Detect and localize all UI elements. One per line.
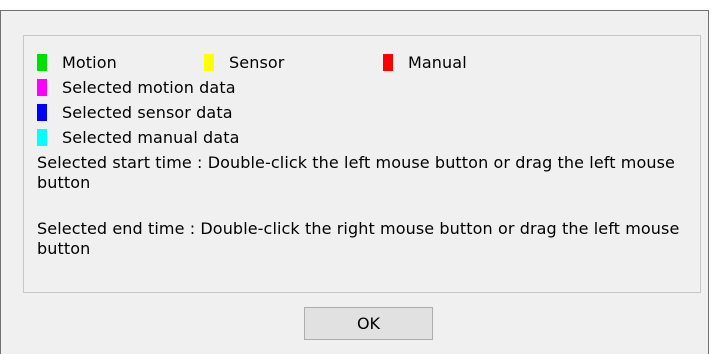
legend-label-manual: Manual bbox=[408, 52, 467, 72]
ok-button[interactable]: OK bbox=[304, 307, 433, 340]
legend-dialog: Motion Sensor Manual Selected motion dat… bbox=[0, 10, 709, 354]
selected-manual-color-swatch bbox=[37, 128, 47, 146]
legend-label-motion: Motion bbox=[62, 52, 117, 72]
legend-label-selected-manual: Selected manual data bbox=[62, 127, 240, 147]
selected-motion-color-swatch bbox=[37, 78, 47, 96]
legend-item-manual: Manual bbox=[383, 51, 467, 73]
manual-color-swatch bbox=[383, 53, 393, 71]
legend-item-selected-sensor: Selected sensor data bbox=[37, 101, 233, 123]
selected-sensor-color-swatch bbox=[37, 103, 47, 121]
motion-color-swatch bbox=[37, 53, 47, 71]
legend-label-selected-motion: Selected motion data bbox=[62, 77, 236, 97]
legend-label-sensor: Sensor bbox=[229, 52, 285, 72]
legend-item-motion: Motion bbox=[37, 51, 117, 73]
start-time-instructions: Selected start time : Double-click the l… bbox=[37, 153, 675, 192]
legend-item-selected-manual: Selected manual data bbox=[37, 126, 240, 148]
end-time-instructions: Selected end time : Double-click the rig… bbox=[37, 219, 680, 258]
legend-item-selected-motion: Selected motion data bbox=[37, 76, 236, 98]
sensor-color-swatch bbox=[204, 53, 214, 71]
legend-label-selected-sensor: Selected sensor data bbox=[62, 102, 233, 122]
legend-panel: Motion Sensor Manual Selected motion dat… bbox=[23, 35, 701, 293]
legend-item-sensor: Sensor bbox=[204, 51, 284, 73]
